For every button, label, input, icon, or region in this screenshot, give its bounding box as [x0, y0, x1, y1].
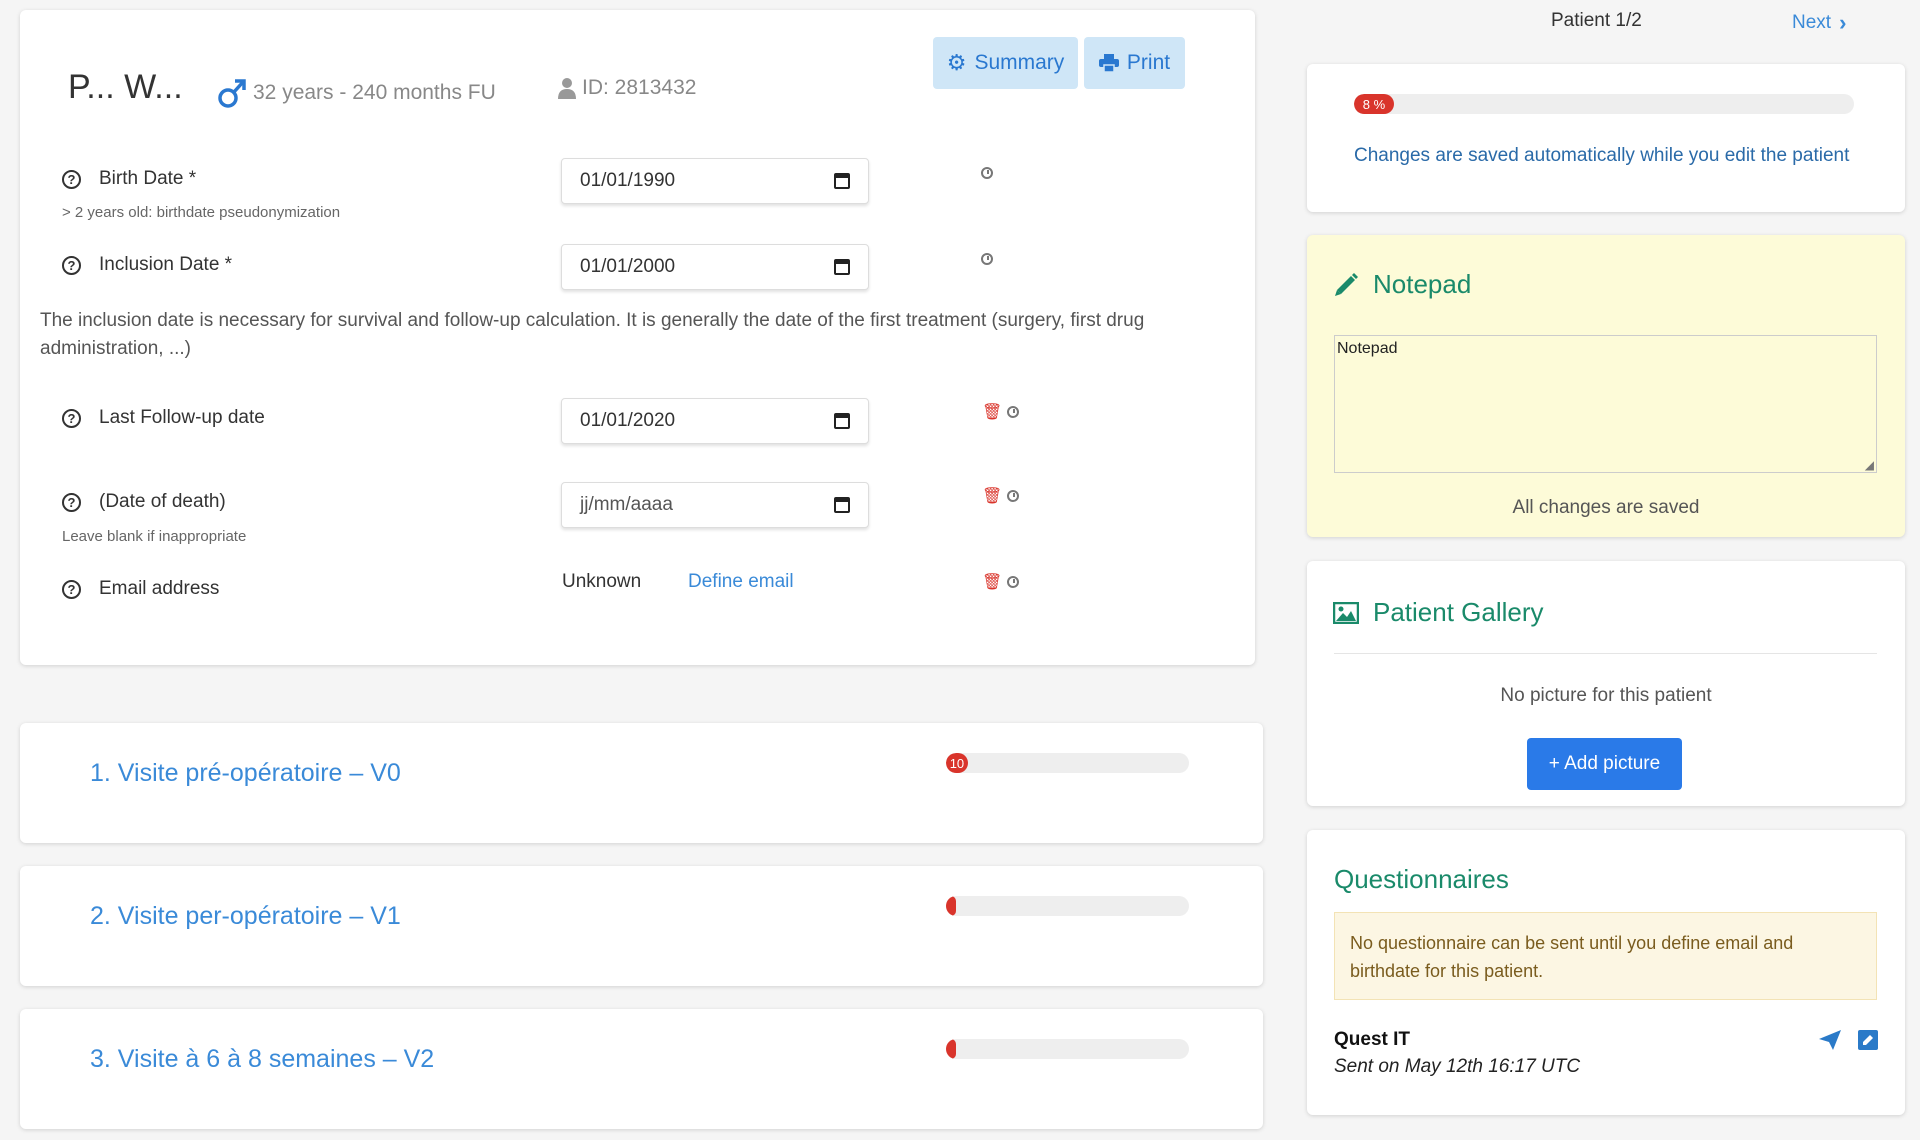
last-followup-label: ? Last Follow-up date	[62, 407, 265, 429]
questionnaires-card: Questionnaires No questionnaire can be s…	[1307, 830, 1905, 1115]
visit-card[interactable]: 2. Visite per-opératoire – V1 0	[20, 866, 1263, 986]
gallery-title: Patient Gallery	[1373, 597, 1544, 627]
patient-id: ID: 2813432	[558, 76, 696, 100]
history-icon[interactable]	[981, 253, 993, 265]
progress-card: 8 % Changes are saved automatically whil…	[1307, 64, 1905, 212]
male-icon	[218, 79, 246, 108]
visit-progress: 0	[946, 1039, 1189, 1059]
summary-button[interactable]: ⚙ Summary	[933, 37, 1078, 89]
next-label: Next	[1792, 12, 1832, 33]
email-value: Unknown	[562, 571, 642, 592]
notepad-header: Notepad	[1333, 269, 1471, 300]
chevron-right-icon: ›	[1839, 10, 1847, 35]
visit-progress: 10	[946, 753, 1189, 773]
patient-age: 32 years - 240 months FU	[217, 76, 496, 110]
overall-progress-fill: 8 %	[1354, 94, 1394, 114]
help-icon[interactable]: ?	[62, 492, 81, 512]
patient-id-text: ID: 2813432	[582, 76, 697, 99]
birth-date-input[interactable]: 01/01/1990	[561, 158, 869, 204]
birth-date-hint: > 2 years old: birthdate pseudonymizatio…	[62, 204, 341, 221]
next-patient-link[interactable]: Next ›	[1792, 10, 1846, 36]
visit-title[interactable]: 1. Visite pré-opératoire – V0	[90, 759, 401, 788]
patient-card: P... W... 32 years - 240 months FU ID: 2…	[20, 10, 1255, 665]
print-icon	[1098, 54, 1119, 72]
questionnaire-warning: No questionnaire can be sent until you d…	[1334, 912, 1877, 1000]
questionnaire-sent-date: Sent on May 12th 16:17 UTC	[1334, 1056, 1581, 1077]
visit-title[interactable]: 3. Visite à 6 à 8 semaines – V2	[90, 1045, 434, 1074]
last-followup-input[interactable]: 01/01/2020	[561, 398, 869, 444]
visit-progress-fill: 0	[946, 896, 956, 916]
visit-progress-fill: 0	[946, 1039, 956, 1059]
define-email-link[interactable]: Define email	[688, 571, 794, 593]
gallery-header: Patient Gallery	[1333, 597, 1544, 628]
help-icon[interactable]: ?	[62, 408, 81, 428]
questionnaires-title: Questionnaires	[1334, 864, 1509, 894]
inclusion-date-label: ? Inclusion Date *	[62, 254, 232, 276]
visit-progress-fill: 10	[946, 753, 968, 773]
trash-icon[interactable]: 🗑	[982, 402, 1002, 422]
visit-card[interactable]: 1. Visite pré-opératoire – V0 10	[20, 723, 1263, 843]
overall-progress: 8 %	[1354, 94, 1854, 114]
send-icon[interactable]	[1819, 1030, 1841, 1050]
help-icon[interactable]: ?	[62, 255, 81, 275]
inclusion-note: The inclusion date is necessary for surv…	[40, 310, 1145, 359]
calendar-icon[interactable]	[834, 413, 850, 429]
help-icon[interactable]: ?	[62, 579, 81, 599]
email-label: ? Email address	[62, 578, 219, 600]
death-date-label: ? (Date of death)	[62, 491, 226, 513]
visit-progress: 0	[946, 896, 1189, 916]
notepad-textarea[interactable]: Notepad ◢	[1334, 335, 1877, 473]
calendar-icon[interactable]	[834, 497, 850, 513]
notepad-status: All changes are saved	[1512, 497, 1700, 518]
edit-icon[interactable]	[1858, 1030, 1878, 1050]
add-picture-button[interactable]: + Add picture	[1527, 738, 1682, 790]
print-label: Print	[1126, 51, 1171, 74]
resize-handle-icon[interactable]: ◢	[1865, 458, 1874, 472]
autosave-message: Changes are saved automatically while yo…	[1354, 145, 1850, 166]
notepad-card: Notepad Notepad ◢ All changes are saved	[1307, 235, 1905, 537]
print-button[interactable]: Print	[1084, 37, 1185, 89]
trash-icon[interactable]: 🗑	[982, 486, 1002, 506]
divider	[1334, 653, 1877, 654]
patient-name: P... W...	[68, 68, 183, 106]
history-icon[interactable]	[1007, 406, 1019, 418]
notepad-title: Notepad	[1373, 269, 1472, 299]
inclusion-date-input[interactable]: 01/01/2000	[561, 244, 869, 290]
calendar-icon[interactable]	[834, 173, 850, 189]
summary-label: Summary	[974, 51, 1065, 74]
calendar-icon[interactable]	[834, 259, 850, 275]
gallery-empty-text: No picture for this patient	[1500, 685, 1712, 706]
image-icon	[1333, 601, 1359, 624]
help-icon[interactable]: ?	[62, 169, 81, 189]
patient-counter: Patient 1/2	[1551, 10, 1642, 31]
gallery-card: Patient Gallery No picture for this pati…	[1307, 561, 1905, 806]
death-date-hint: Leave blank if inappropriate	[62, 528, 247, 545]
user-icon	[558, 78, 576, 99]
history-icon[interactable]	[981, 167, 993, 179]
age-followup-text: 32 years - 240 months FU	[253, 81, 496, 104]
death-date-input[interactable]: jj/mm/aaaa	[561, 482, 869, 528]
pencil-icon	[1335, 272, 1358, 296]
history-icon[interactable]	[1007, 576, 1019, 588]
visit-card[interactable]: 3. Visite à 6 à 8 semaines – V2 0	[20, 1009, 1263, 1129]
visit-title[interactable]: 2. Visite per-opératoire – V1	[90, 902, 401, 931]
history-icon[interactable]	[1007, 490, 1019, 502]
trash-icon[interactable]: 🗑	[982, 572, 1002, 592]
questionnaire-name: Quest IT	[1334, 1029, 1411, 1050]
gear-icon: ⚙	[946, 50, 967, 75]
birth-date-label: ? Birth Date *	[62, 168, 196, 190]
